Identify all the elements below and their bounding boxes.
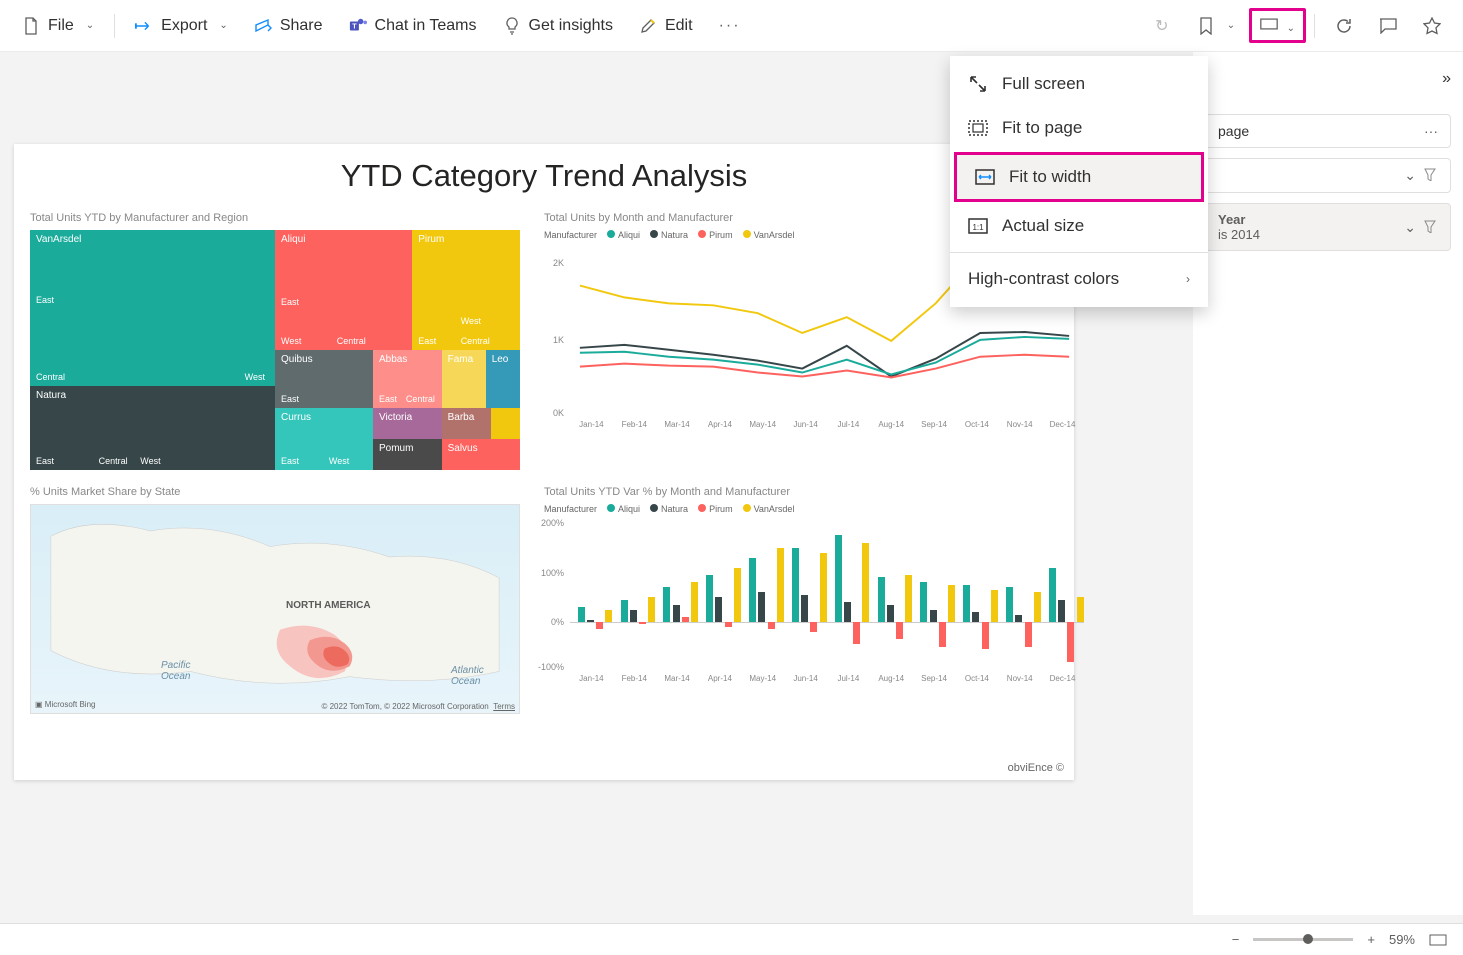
report-canvas: YTD Category Trend Analysis Total Units … (14, 144, 1074, 780)
menu-label: Fit to width (1009, 167, 1091, 187)
chevron-down-icon: ⌄ (1227, 20, 1235, 31)
edit-label: Edit (665, 17, 693, 35)
map-visual[interactable]: % Units Market Share by State NORTH AMER… (30, 486, 520, 716)
comment-icon (1379, 17, 1397, 35)
bar-plot (570, 520, 1084, 670)
top-toolbar: File ⌄ Export ⌄ Share T Chat in Teams Ge… (0, 0, 1463, 52)
view-high-contrast[interactable]: High-contrast colors › (950, 257, 1208, 301)
reset-icon: ↻ (1153, 17, 1171, 35)
share-button[interactable]: Share (242, 11, 335, 41)
filter-card-blank[interactable]: x ⌄ (1205, 158, 1451, 193)
insights-button[interactable]: Get insights (491, 11, 625, 41)
insights-label: Get insights (529, 17, 613, 35)
file-menu[interactable]: File ⌄ (10, 11, 106, 41)
copyright: obviEnce © (1008, 762, 1064, 774)
file-label: File (48, 17, 74, 35)
clear-filter-icon[interactable] (1424, 167, 1438, 184)
report-title: YTD Category Trend Analysis (30, 158, 1058, 194)
star-icon (1423, 17, 1441, 35)
fullscreen-icon (968, 74, 988, 94)
menu-label: Actual size (1002, 216, 1084, 236)
edit-button[interactable]: Edit (627, 11, 705, 41)
view-fit-width[interactable]: Fit to width (954, 152, 1204, 202)
view-fullscreen[interactable]: Full screen (950, 62, 1208, 106)
refresh-icon (1335, 17, 1353, 35)
viz-title: Total Units YTD Var % by Month and Manuf… (544, 486, 1084, 498)
chat-label: Chat in Teams (375, 17, 477, 35)
clear-filter-icon[interactable] (1424, 219, 1438, 236)
view-icon (1260, 15, 1278, 33)
separator (114, 14, 115, 38)
viz-title: Total Units YTD by Manufacturer and Regi… (30, 212, 520, 224)
fit-page-icon (968, 120, 988, 136)
zoom-in-button[interactable]: + (1367, 932, 1375, 947)
bookmark-icon (1197, 17, 1215, 35)
chevron-down-icon: ⌄ (1287, 23, 1295, 34)
chevron-down-icon: ⌄ (86, 20, 94, 31)
ellipsis-icon: ··· (719, 17, 741, 35)
menu-label: High-contrast colors (968, 269, 1119, 289)
reset-button[interactable]: ↻ (1141, 11, 1183, 41)
status-bar: − + 59% (0, 923, 1463, 955)
chat-teams-button[interactable]: T Chat in Teams (337, 11, 489, 41)
expand-icon[interactable]: » (1442, 70, 1451, 88)
refresh-button[interactable] (1323, 11, 1365, 41)
favorite-button[interactable] (1411, 11, 1453, 41)
fit-to-window-button[interactable] (1429, 934, 1447, 946)
bar-chart-visual[interactable]: Total Units YTD Var % by Month and Manuf… (544, 486, 1084, 716)
filters-pane: » page ··· x ⌄ Year is 2014 ⌄ (1193, 52, 1463, 915)
chevron-down-icon[interactable]: ⌄ (1404, 167, 1416, 184)
file-icon (22, 17, 40, 35)
comment-button[interactable] (1367, 11, 1409, 41)
filter-card-year[interactable]: Year is 2014 ⌄ (1205, 203, 1451, 251)
view-mode-menu: Full screen Fit to page Fit to width 1:1… (950, 56, 1208, 307)
view-mode-button[interactable]: ⌄ (1249, 8, 1306, 43)
map-attribution-logo: ▣ Microsoft Bing (35, 700, 95, 709)
actual-size-icon: 1:1 (968, 218, 988, 234)
zoom-level: 59% (1389, 932, 1415, 947)
share-icon (254, 17, 272, 35)
bulb-icon (503, 17, 521, 35)
chevron-down-icon: ⌄ (219, 20, 227, 31)
treemap: VanArsdelEastCentralWest NaturaEastCentr… (30, 230, 520, 470)
filter-scope-label: page (1218, 123, 1249, 139)
map: NORTH AMERICA Pacific Ocean Atlantic Oce… (30, 504, 520, 714)
export-label: Export (161, 17, 207, 35)
pencil-icon (639, 17, 657, 35)
share-label: Share (280, 17, 323, 35)
view-fit-page[interactable]: Fit to page (950, 106, 1208, 150)
teams-icon: T (349, 17, 367, 35)
filter-value: is 2014 (1218, 227, 1260, 242)
map-attribution: © 2022 TomTom, © 2022 Microsoft Corporat… (321, 702, 515, 711)
menu-label: Full screen (1002, 74, 1085, 94)
fit-width-icon (975, 169, 995, 185)
menu-label: Fit to page (1002, 118, 1082, 138)
svg-text:T: T (352, 21, 357, 30)
chevron-right-icon: › (1186, 272, 1190, 286)
export-menu[interactable]: Export ⌄ (123, 11, 240, 41)
zoom-out-button[interactable]: − (1232, 932, 1240, 947)
view-actual-size[interactable]: 1:1 Actual size (950, 204, 1208, 248)
filter-scope-card[interactable]: page ··· (1205, 114, 1451, 148)
bookmark-button[interactable]: ⌄ (1185, 11, 1247, 41)
separator (1314, 14, 1315, 38)
ellipsis-icon[interactable]: ··· (1424, 123, 1438, 139)
legend: Manufacturer Aliqui Natura Pirum VanArsd… (544, 504, 1084, 514)
filter-name: Year (1218, 212, 1260, 227)
menu-separator (950, 252, 1208, 253)
more-button[interactable]: ··· (707, 11, 753, 41)
export-icon (135, 17, 153, 35)
svg-text:1:1: 1:1 (972, 223, 984, 232)
zoom-slider[interactable] (1253, 938, 1353, 941)
viz-title: % Units Market Share by State (30, 486, 520, 498)
treemap-visual[interactable]: Total Units YTD by Manufacturer and Regi… (30, 212, 520, 472)
chevron-down-icon[interactable]: ⌄ (1404, 219, 1416, 236)
